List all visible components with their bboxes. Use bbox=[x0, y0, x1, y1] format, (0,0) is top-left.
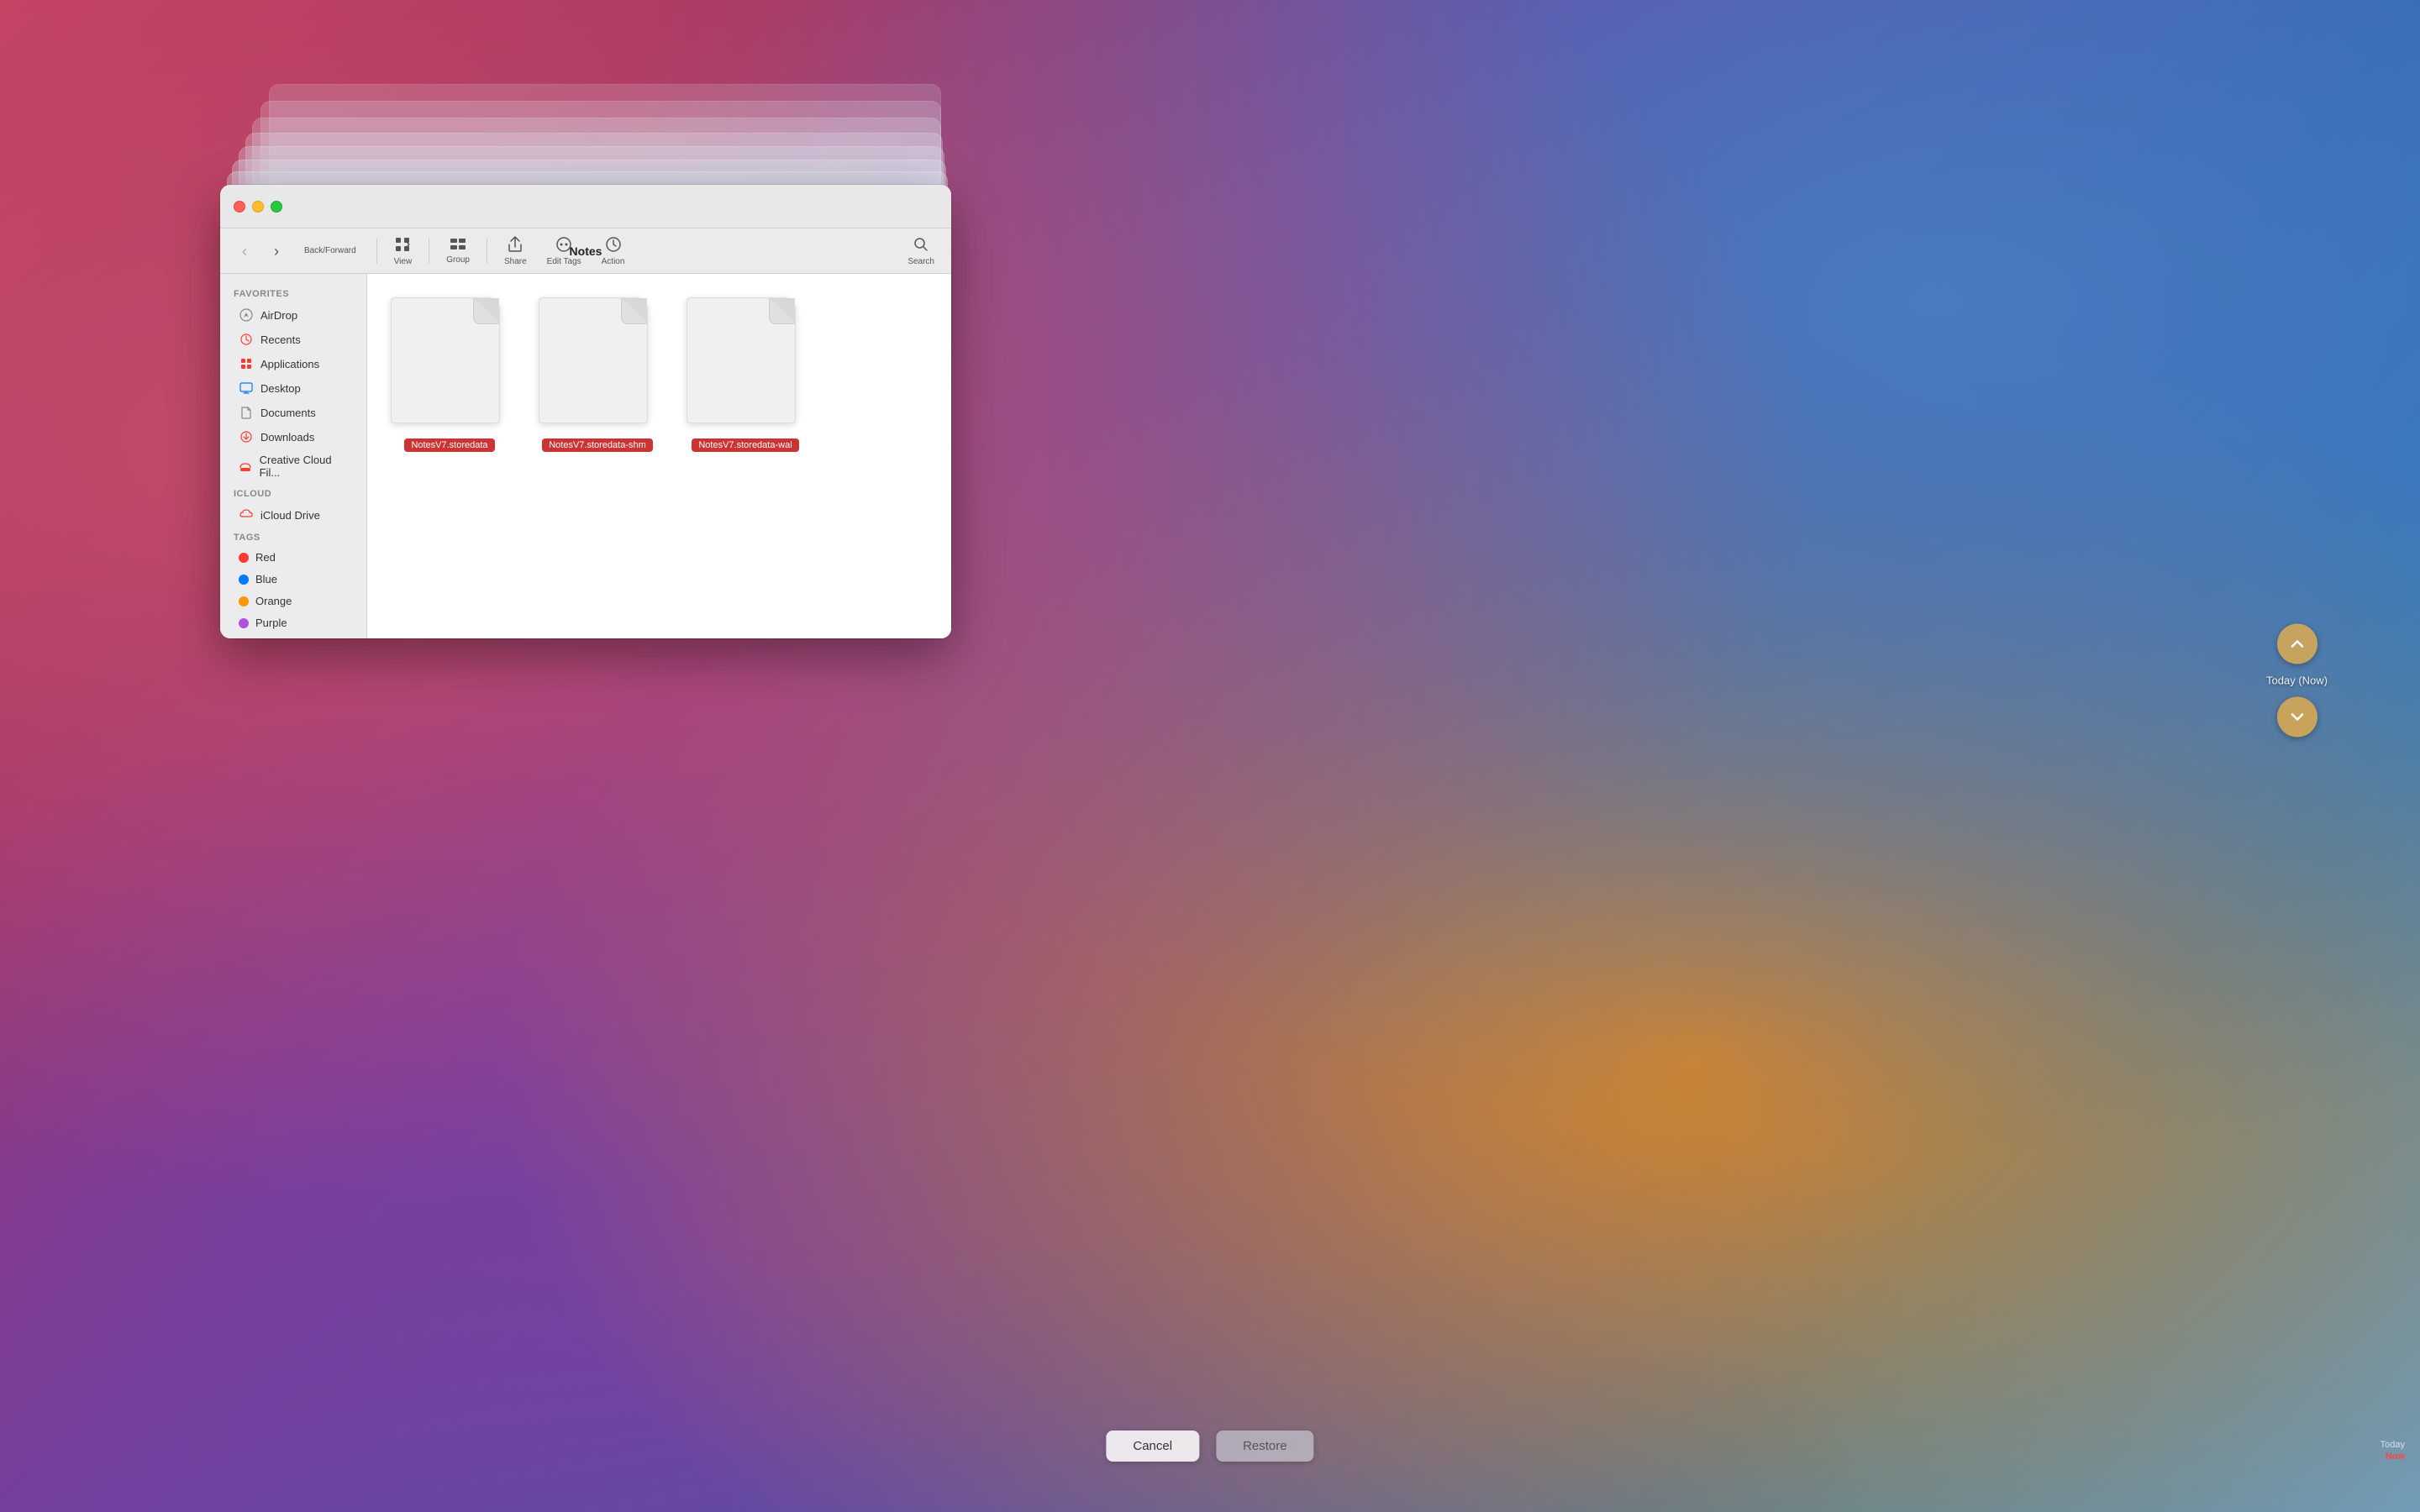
sidebar-item-downloads[interactable]: Downloads bbox=[225, 425, 361, 449]
file-item-2[interactable]: NotesV7.storedata-shm bbox=[532, 291, 663, 459]
file-label-1: NotesV7.storedata bbox=[404, 438, 494, 452]
time-nav-up-button[interactable] bbox=[2277, 624, 2317, 664]
sidebar-item-tag-red[interactable]: Red bbox=[225, 547, 361, 568]
tag-purple-dot bbox=[239, 618, 249, 628]
file-area[interactable]: NotesV7.storedata NotesV7.storedata-shm … bbox=[367, 274, 951, 638]
airdrop-icon bbox=[239, 307, 254, 323]
close-button[interactable] bbox=[234, 201, 245, 213]
sidebar-item-creative-cloud[interactable]: Creative Cloud Fil... bbox=[225, 449, 361, 483]
back-button[interactable]: ‹ bbox=[230, 237, 259, 265]
time-nav-down-button[interactable] bbox=[2277, 697, 2317, 738]
recents-label: Recents bbox=[260, 333, 301, 346]
creative-cloud-label: Creative Cloud Fil... bbox=[260, 454, 348, 479]
sidebar-item-desktop[interactable]: Desktop bbox=[225, 376, 361, 400]
file-item-1[interactable]: NotesV7.storedata bbox=[384, 291, 515, 459]
file-icon-2 bbox=[539, 297, 648, 423]
applications-icon bbox=[239, 356, 254, 371]
sidebar-item-recents[interactable]: Recents bbox=[225, 328, 361, 351]
documents-label: Documents bbox=[260, 407, 316, 419]
share-button[interactable]: Share bbox=[497, 233, 534, 270]
edit-tags-label: Edit Tags bbox=[547, 257, 581, 266]
window-title: Notes bbox=[570, 244, 602, 258]
file-label-2: NotesV7.storedata-shm bbox=[542, 438, 653, 452]
sidebar-item-icloud-drive[interactable]: iCloud Drive bbox=[225, 503, 361, 527]
group-button[interactable]: Group bbox=[439, 234, 476, 268]
forward-button[interactable]: › bbox=[262, 237, 291, 265]
search-label: Search bbox=[908, 257, 934, 266]
file-item-3[interactable]: NotesV7.storedata-wal bbox=[680, 291, 811, 459]
maximize-button[interactable] bbox=[271, 201, 282, 213]
time-machine-nav: Today (Now) bbox=[2266, 624, 2328, 738]
tag-red-label: Red bbox=[255, 551, 276, 564]
icloud-section-label: iCloud bbox=[220, 484, 366, 502]
favorites-section-label: Favorites bbox=[220, 284, 366, 302]
sidebar-item-tag-purple[interactable]: Purple bbox=[225, 612, 361, 633]
documents-icon bbox=[239, 405, 254, 420]
timeline-today-label: Today bbox=[2381, 1440, 2405, 1450]
timeline: Today Now bbox=[2381, 1440, 2405, 1462]
desktop-icon bbox=[239, 381, 254, 396]
share-icon bbox=[508, 236, 523, 255]
file-label-3: NotesV7.storedata-wal bbox=[692, 438, 798, 452]
creative-cloud-icon bbox=[239, 459, 253, 474]
icloud-drive-icon bbox=[239, 507, 254, 522]
action-icon bbox=[605, 236, 622, 255]
sidebar-item-tag-home[interactable]: Home bbox=[225, 634, 361, 638]
share-label: Share bbox=[504, 257, 527, 266]
forward-icon: › bbox=[269, 240, 284, 262]
tags-section-label: Tags bbox=[220, 528, 366, 546]
window-toolbar: ‹ › Back/Forward View bbox=[220, 228, 951, 274]
downloads-label: Downloads bbox=[260, 431, 314, 444]
toolbar-divider-1 bbox=[376, 239, 377, 264]
bottom-buttons: Cancel Restore bbox=[1106, 1431, 1313, 1462]
file-icon-container-1 bbox=[391, 297, 508, 432]
restore-button[interactable]: Restore bbox=[1216, 1431, 1314, 1462]
window-content: Favorites AirDrop Recents bbox=[220, 274, 951, 638]
today-now-label: Today (Now) bbox=[2266, 675, 2328, 687]
desktop-label: Desktop bbox=[260, 382, 301, 395]
action-label: Action bbox=[602, 257, 625, 266]
group-icon bbox=[450, 238, 466, 254]
title-bar bbox=[220, 185, 951, 228]
file-icon-3 bbox=[687, 297, 796, 423]
sidebar-item-applications[interactable]: Applications bbox=[225, 352, 361, 375]
search-button[interactable]: Search bbox=[901, 233, 941, 270]
sidebar-item-tag-orange[interactable]: Orange bbox=[225, 591, 361, 612]
tag-orange-label: Orange bbox=[255, 595, 292, 607]
tag-red-dot bbox=[239, 553, 249, 563]
back-forward-nav: ‹ › bbox=[230, 237, 291, 265]
view-label: View bbox=[394, 257, 413, 266]
file-icon-container-2 bbox=[539, 297, 656, 432]
search-icon bbox=[913, 236, 929, 255]
sidebar-item-documents[interactable]: Documents bbox=[225, 401, 361, 424]
tag-purple-label: Purple bbox=[255, 617, 287, 629]
minimize-button[interactable] bbox=[252, 201, 264, 213]
icloud-drive-label: iCloud Drive bbox=[260, 509, 320, 522]
sidebar-item-tag-blue[interactable]: Blue bbox=[225, 569, 361, 590]
view-icon bbox=[394, 236, 411, 255]
sidebar-item-airdrop[interactable]: AirDrop bbox=[225, 303, 361, 327]
tag-orange-dot bbox=[239, 596, 249, 606]
tag-blue-dot bbox=[239, 575, 249, 585]
back-forward-label-group: Back/Forward bbox=[304, 246, 356, 255]
cancel-button[interactable]: Cancel bbox=[1106, 1431, 1199, 1462]
file-icon-1 bbox=[391, 297, 500, 423]
applications-label: Applications bbox=[260, 358, 319, 370]
view-button[interactable]: View bbox=[387, 233, 419, 270]
airdrop-label: AirDrop bbox=[260, 309, 297, 322]
recents-icon bbox=[239, 332, 254, 347]
file-icon-container-3 bbox=[687, 297, 804, 432]
back-icon: ‹ bbox=[237, 240, 252, 262]
sidebar: Favorites AirDrop Recents bbox=[220, 274, 367, 638]
group-label: Group bbox=[446, 255, 470, 265]
back-forward-label: Back/Forward bbox=[304, 246, 356, 255]
downloads-icon bbox=[239, 429, 254, 444]
finder-window: ‹ › Back/Forward View bbox=[220, 185, 951, 638]
traffic-lights bbox=[234, 201, 282, 213]
timeline-now-label: Now bbox=[2386, 1452, 2405, 1462]
tag-blue-label: Blue bbox=[255, 573, 277, 585]
